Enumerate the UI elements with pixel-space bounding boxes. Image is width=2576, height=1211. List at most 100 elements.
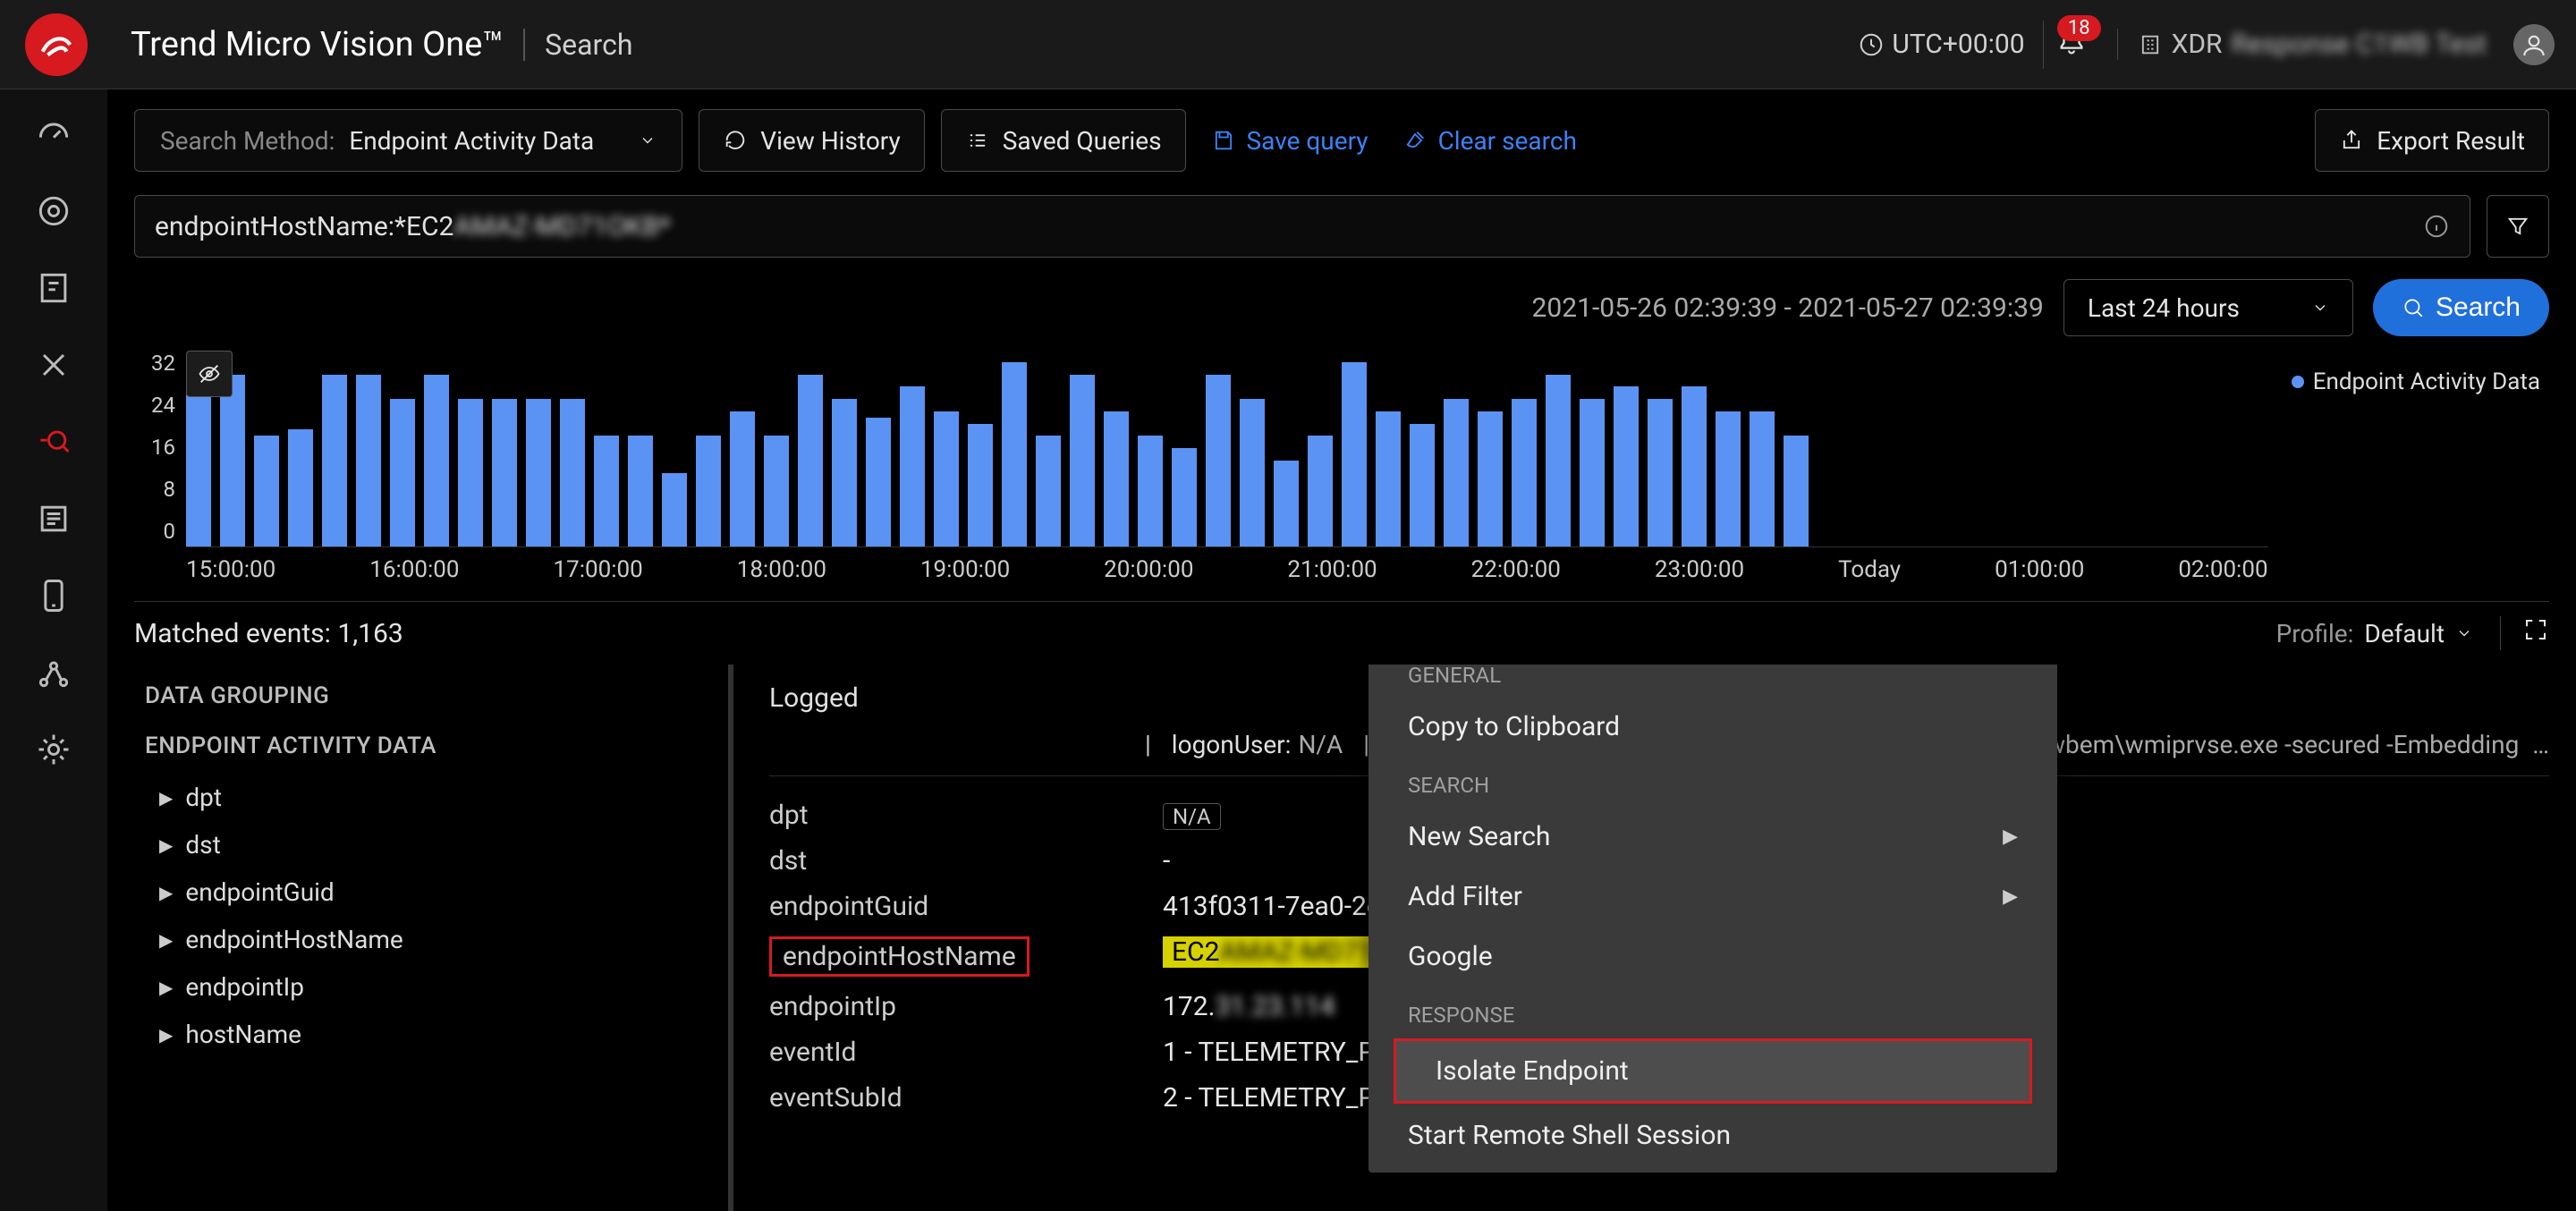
list-check-icon — [965, 128, 990, 153]
chart-bar[interactable] — [1138, 436, 1163, 546]
ctx-section-general: GENERAL — [1368, 665, 2057, 697]
chart-bar[interactable] — [1104, 411, 1129, 546]
nav-list[interactable] — [34, 499, 73, 538]
grouping-field-hostName[interactable]: ▶hostName — [145, 1011, 719, 1058]
filter-button[interactable] — [2487, 195, 2549, 258]
chart-bar[interactable] — [900, 386, 925, 546]
notifications-button[interactable]: 18 — [2043, 21, 2099, 69]
chart-bar[interactable] — [1036, 436, 1061, 546]
chart-bar[interactable] — [526, 399, 551, 546]
chart-bar[interactable] — [1410, 424, 1435, 547]
saved-queries-button[interactable]: Saved Queries — [941, 109, 1186, 172]
chart-bar[interactable] — [764, 436, 789, 546]
chart-bar[interactable] — [1682, 386, 1707, 546]
brand-logo — [25, 13, 88, 76]
chart-bar[interactable] — [1240, 399, 1265, 546]
chart-bar[interactable] — [322, 375, 347, 547]
ctx-remote-shell[interactable]: Start Remote Shell Session — [1368, 1105, 2057, 1165]
chart-bar[interactable] — [1070, 375, 1095, 547]
chart-bar[interactable] — [1546, 375, 1571, 547]
chart-bar[interactable] — [1478, 411, 1503, 546]
chart-bar[interactable] — [730, 411, 755, 546]
info-icon[interactable] — [2423, 213, 2450, 240]
chart-bar[interactable] — [628, 436, 653, 546]
chart-bar[interactable] — [696, 436, 721, 546]
search-method-dropdown[interactable]: Search Method: Endpoint Activity Data — [134, 109, 682, 172]
search-button[interactable]: Search — [2373, 279, 2549, 336]
chart-bar[interactable] — [1002, 362, 1027, 546]
chart-bar[interactable] — [1648, 399, 1673, 546]
grouping-field-endpointGuid[interactable]: ▶endpointGuid — [145, 868, 719, 916]
ctx-add-filter[interactable]: Add Filter▶ — [1368, 867, 2057, 927]
filter-icon — [2505, 214, 2530, 239]
chart-bar[interactable] — [1342, 362, 1367, 546]
notification-badge: 18 — [2057, 15, 2101, 41]
profile-selector[interactable]: Profile: Default — [2276, 619, 2473, 648]
chart-bar[interactable] — [934, 411, 959, 546]
chart-bar[interactable] — [186, 386, 211, 546]
grouping-field-dst[interactable]: ▶dst — [145, 821, 719, 868]
ctx-new-search[interactable]: New Search▶ — [1368, 807, 2057, 867]
chart-bar[interactable] — [1512, 399, 1537, 546]
chart-bar[interactable] — [356, 375, 381, 547]
user-avatar[interactable] — [2513, 24, 2555, 65]
chart-bar[interactable] — [424, 375, 449, 547]
history-icon — [723, 128, 748, 153]
expand-button[interactable] — [2500, 616, 2549, 650]
ctx-google[interactable]: Google — [1368, 927, 2057, 987]
clear-search-link[interactable]: Clear search — [1394, 126, 1586, 156]
grouping-title: DATA GROUPING — [145, 682, 719, 709]
chart-bar[interactable] — [288, 429, 313, 546]
chart-bar[interactable] — [594, 436, 619, 546]
save-icon — [1211, 128, 1236, 153]
ctx-section-response: RESPONSE — [1368, 987, 2057, 1037]
grouping-field-endpointIp[interactable]: ▶endpointIp — [145, 963, 719, 1011]
chart-bar[interactable] — [254, 436, 279, 546]
context-menu: GENERAL Copy to Clipboard SEARCH New Sea… — [1368, 665, 2057, 1173]
nav-settings[interactable] — [34, 730, 73, 769]
chart-bar[interactable] — [1274, 461, 1299, 546]
query-input[interactable]: endpointHostName:*EC2AMAZ-MD71OKB* — [134, 195, 2470, 258]
chart-bar[interactable] — [866, 418, 891, 546]
time-preset-dropdown[interactable]: Last 24 hours — [2063, 279, 2353, 336]
grouping-field-dpt[interactable]: ▶dpt — [145, 774, 719, 821]
timezone-selector[interactable]: UTC+00:00 — [1858, 29, 2024, 60]
chart-bar[interactable] — [560, 399, 585, 546]
nav-cross[interactable] — [34, 345, 73, 385]
chart-bar[interactable] — [1206, 375, 1231, 547]
save-query-link[interactable]: Save query — [1202, 126, 1377, 156]
search-icon — [2402, 296, 2425, 319]
nav-search-active[interactable] — [34, 422, 73, 462]
nav-dashboard[interactable] — [34, 114, 73, 154]
chart-bar[interactable] — [1308, 436, 1333, 546]
export-result-button[interactable]: Export Result — [2315, 109, 2549, 172]
chart-bar[interactable] — [1580, 399, 1605, 546]
chart-bar[interactable] — [1716, 411, 1741, 546]
nav-scan[interactable] — [34, 191, 73, 231]
nav-graph[interactable] — [34, 653, 73, 692]
chart-bar[interactable] — [1784, 436, 1809, 546]
clock-icon — [1858, 31, 1885, 58]
chart-bar[interactable] — [458, 399, 483, 546]
view-history-button[interactable]: View History — [699, 109, 925, 172]
ctx-copy-clipboard[interactable]: Copy to Clipboard — [1368, 697, 2057, 757]
chart-bar[interactable] — [1444, 399, 1469, 546]
chart-bar[interactable] — [1172, 448, 1197, 546]
ctx-isolate-endpoint[interactable]: Isolate Endpoint — [1396, 1041, 2029, 1101]
grouping-field-endpointHostName[interactable]: ▶endpointHostName — [145, 916, 719, 963]
chart-bar[interactable] — [1750, 411, 1775, 546]
chart-bar[interactable] — [798, 375, 823, 547]
chart-bar[interactable] — [662, 473, 687, 547]
chart-bar[interactable] — [1614, 386, 1639, 546]
chart-bar[interactable] — [832, 399, 857, 546]
chart-bar[interactable] — [220, 375, 245, 547]
chart-bar[interactable] — [968, 424, 993, 547]
nav-report[interactable] — [34, 268, 73, 308]
chart-bar[interactable] — [1376, 411, 1401, 546]
chevron-down-icon — [639, 131, 657, 149]
chart-bar[interactable] — [492, 399, 517, 546]
chart-bar[interactable] — [390, 399, 415, 546]
nav-mobile[interactable] — [34, 576, 73, 615]
tenant-display[interactable]: XDR Response C1WB Test — [2117, 29, 2487, 60]
chart-visibility-toggle[interactable] — [186, 351, 233, 397]
